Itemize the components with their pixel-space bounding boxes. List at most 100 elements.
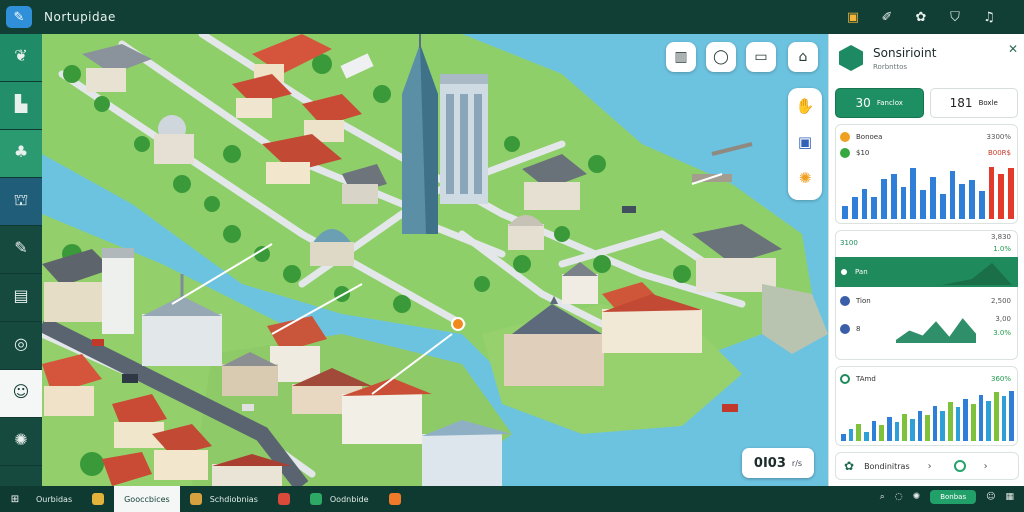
task-label: Gooccbices bbox=[124, 494, 170, 504]
coordinate-value: 0I03 bbox=[753, 455, 786, 471]
bar bbox=[994, 392, 999, 441]
tool-bus-button[interactable]: ▣ bbox=[788, 124, 822, 160]
list-row[interactable]: 3100 3,830 1.0% bbox=[836, 233, 1017, 253]
task-item[interactable]: Schdiobnias bbox=[180, 486, 268, 512]
task-item[interactable] bbox=[268, 486, 300, 512]
row-value: 3,830 bbox=[990, 233, 1011, 241]
row-sub: 3.0% bbox=[993, 329, 1011, 337]
bar bbox=[925, 415, 930, 441]
tool-hand-button[interactable]: ✋ bbox=[788, 88, 822, 124]
bar bbox=[879, 424, 884, 441]
home-button[interactable]: ⌂ bbox=[788, 42, 818, 72]
globe-icon: ◎ bbox=[14, 334, 28, 353]
home-icon: ⌂ bbox=[798, 49, 808, 65]
bell-icon[interactable]: ♫ bbox=[978, 6, 1000, 28]
app-logo-icon[interactable]: ✎ bbox=[6, 6, 32, 28]
bar bbox=[861, 188, 868, 219]
task-label: Ourbidas bbox=[36, 494, 73, 504]
coordinate-unit: r/s bbox=[791, 458, 803, 468]
bar bbox=[998, 174, 1005, 219]
close-icon[interactable]: ✕ bbox=[1008, 42, 1018, 56]
bar bbox=[863, 431, 869, 441]
bar bbox=[848, 428, 854, 441]
settings-icon: ✺ bbox=[14, 430, 28, 449]
bar bbox=[1009, 391, 1014, 441]
row-name: TAmd bbox=[856, 375, 876, 383]
settings-gear-icon: ✿ bbox=[844, 459, 855, 473]
badge-icon[interactable]: ▣ bbox=[842, 6, 864, 28]
row-value: B00R$ bbox=[987, 149, 1011, 157]
sidebar-item-settings[interactable]: ✺ bbox=[0, 418, 42, 466]
bar bbox=[917, 410, 923, 441]
shield-icon[interactable]: ⛉ bbox=[944, 6, 966, 28]
tool-sun-button[interactable]: ✺ bbox=[788, 160, 822, 196]
overlay-button[interactable]: ▭ bbox=[746, 42, 776, 72]
row-value: 3,00 bbox=[995, 315, 1011, 323]
grid-icon[interactable]: ▦ bbox=[1005, 492, 1014, 502]
start-icon[interactable]: ⊞ bbox=[4, 494, 26, 505]
area-series bbox=[896, 318, 976, 343]
city-map[interactable]: ▥ ◯ ▭ ⌂ ✋ ▣ ✺ 0I03 r/s bbox=[42, 34, 828, 486]
row-value: 2,500 bbox=[990, 297, 1011, 305]
chart-card-1: Bonoea 3300% $10 B00R$ bbox=[835, 124, 1018, 224]
hex-logo-icon bbox=[839, 45, 863, 71]
chart1-row: $10 B00R$ bbox=[836, 145, 1017, 161]
bar bbox=[894, 422, 900, 441]
bar bbox=[1008, 168, 1014, 219]
sidebar-item-edit[interactable]: ✎ bbox=[0, 226, 42, 274]
info-panel: Sonsirioint Rorbnttos ✕ 30 Fanclox 181 B… bbox=[828, 34, 1024, 486]
bar bbox=[881, 179, 887, 219]
gear-icon[interactable]: ✿ bbox=[910, 6, 932, 28]
sidebar-item-users[interactable]: ☺ bbox=[0, 370, 42, 418]
sidebar-item-building[interactable]: ▙ bbox=[0, 82, 42, 130]
tray-button[interactable]: Bonbas bbox=[930, 490, 977, 504]
sidebar-item-globe[interactable]: ◎ bbox=[0, 322, 42, 370]
layers-button[interactable]: ▥ bbox=[666, 42, 696, 72]
task-label: Schdiobnias bbox=[209, 494, 258, 504]
list-row[interactable]: Tion 2,500 bbox=[836, 293, 1017, 309]
task-item-active[interactable]: Gooccbices bbox=[114, 486, 180, 512]
sidebar-item-leaf[interactable]: ❦ bbox=[0, 34, 42, 82]
bar bbox=[851, 197, 858, 219]
sidebar-item-chart[interactable]: ▤ bbox=[0, 274, 42, 322]
task-item[interactable]: Oodnbide bbox=[300, 486, 379, 512]
task-label: Oodnbide bbox=[329, 494, 369, 504]
row-sub: 1.0% bbox=[993, 245, 1011, 253]
edit-icon: ✎ bbox=[14, 238, 28, 257]
bar bbox=[978, 191, 985, 219]
list-card: 3100 3,830 1.0% Pan Tion 2,500 8 3,00 3.… bbox=[835, 230, 1018, 360]
bar bbox=[959, 184, 966, 219]
taskbar: ⊞ Ourbidas Gooccbices Schdiobnias Oodnbi… bbox=[0, 486, 1024, 512]
panel-header: Sonsirioint Rorbnttos ✕ bbox=[829, 34, 1024, 82]
bar bbox=[871, 420, 877, 441]
task-item[interactable]: Ourbidas bbox=[26, 486, 82, 512]
plant-icon: ♣ bbox=[13, 142, 29, 161]
toggle-ring-icon[interactable] bbox=[953, 460, 966, 472]
chat-icon[interactable]: ◌ bbox=[895, 492, 903, 502]
bar bbox=[988, 166, 995, 219]
chart1-row: Bonoea 3300% bbox=[836, 129, 1017, 145]
sidebar-item-columns[interactable]: ⛫ bbox=[0, 178, 42, 226]
task-item[interactable] bbox=[379, 486, 411, 512]
user-icon[interactable]: ☺ bbox=[986, 492, 995, 502]
chevron-right-icon[interactable]: › bbox=[928, 461, 932, 472]
stat-primary[interactable]: 30 Fanclox bbox=[835, 88, 924, 118]
shape-button[interactable]: ◯ bbox=[706, 42, 736, 72]
layers-icon: ▥ bbox=[674, 49, 688, 65]
chevron-right-icon[interactable]: › bbox=[984, 461, 988, 472]
bus-icon: ▣ bbox=[797, 133, 813, 151]
sidebar-item-plant[interactable]: ♣ bbox=[0, 130, 42, 178]
bar bbox=[986, 400, 992, 441]
panel-subtitle: Rorbnttos bbox=[873, 62, 908, 71]
list-row[interactable]: 8 3,00 3.0% bbox=[836, 315, 1017, 343]
chart-icon: ▤ bbox=[13, 286, 29, 305]
task-item[interactable] bbox=[82, 486, 114, 512]
pen-icon[interactable]: ✐ bbox=[876, 6, 898, 28]
bar bbox=[949, 171, 956, 219]
search-icon[interactable]: ⌕ bbox=[880, 492, 885, 502]
stat-secondary[interactable]: 181 Boxle bbox=[929, 88, 1018, 118]
settings-icon[interactable]: ✺ bbox=[913, 492, 921, 502]
list-row-selected[interactable]: Pan bbox=[835, 257, 1018, 287]
panel-footer[interactable]: ✿ Bondinitras › › bbox=[835, 452, 1019, 480]
blue-dot-icon bbox=[840, 324, 850, 334]
